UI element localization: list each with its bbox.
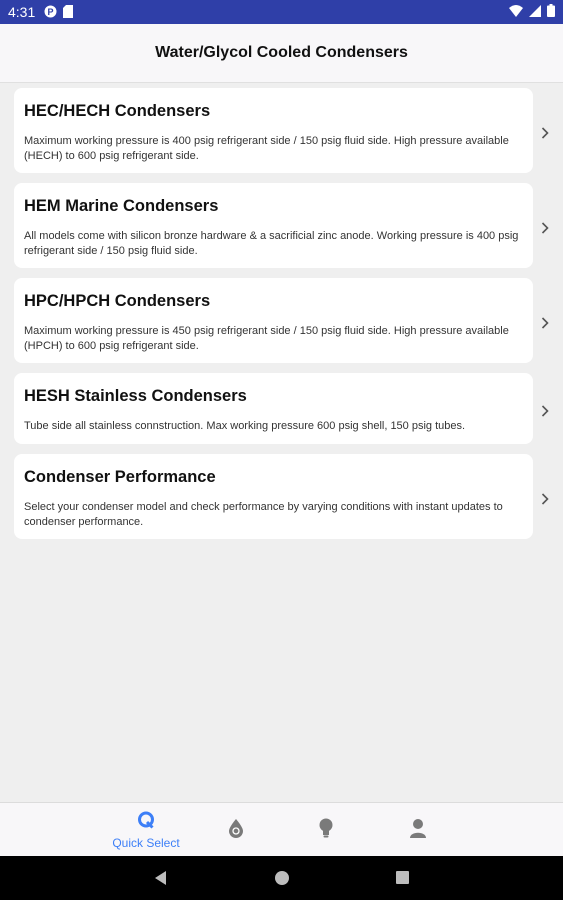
sd-card-icon — [63, 5, 73, 21]
card-hec-hech[interactable]: HEC/HECH Condensers Maximum working pres… — [14, 88, 533, 173]
card-description: Tube side all stainless connstruction. M… — [24, 420, 466, 432]
status-time: 4:31 — [8, 4, 36, 20]
tab-drop[interactable] — [216, 803, 256, 857]
tab-quick-select[interactable]: Quick Select — [106, 803, 186, 857]
battery-icon — [547, 4, 555, 20]
card-condenser-performance[interactable]: Condenser Performance Select your conden… — [14, 454, 533, 539]
back-button[interactable] — [152, 869, 168, 892]
recents-icon — [394, 869, 410, 892]
card-hem-marine[interactable]: HEM Marine Condensers All models come wi… — [14, 183, 533, 268]
drop-icon — [228, 818, 244, 843]
card-description: All models come with silicon bronze hard… — [24, 230, 519, 257]
lightbulb-icon — [318, 818, 334, 843]
person-icon — [409, 818, 427, 843]
bottom-tab-bar: Quick Select — [0, 802, 563, 857]
page-title: Water/Glycol Cooled Condensers — [155, 44, 408, 61]
app-notification-icon: P — [44, 5, 57, 21]
signal-icon — [529, 4, 541, 20]
status-right-icons — [509, 4, 555, 20]
card-title: HEC/HECH Condensers — [24, 102, 211, 120]
card-description: Maximum working pressure is 450 psig ref… — [24, 325, 509, 352]
tab-label: Quick Select — [112, 835, 180, 850]
svg-text:P: P — [47, 7, 53, 17]
back-icon — [152, 869, 168, 892]
chevron-right-icon[interactable] — [538, 221, 552, 235]
card-hesh-stainless[interactable]: HESH Stainless Condensers Tube side all … — [14, 373, 533, 444]
tab-lightbulb[interactable] — [306, 803, 346, 857]
system-navigation-bar — [0, 856, 563, 900]
recents-button[interactable] — [394, 869, 410, 892]
tab-profile[interactable] — [398, 803, 438, 857]
card-title: HESH Stainless Condensers — [24, 387, 247, 405]
status-bar: 4:31 P — [0, 0, 563, 24]
quick-select-icon — [137, 811, 155, 834]
card-description: Select your condenser model and check pe… — [24, 501, 503, 528]
wifi-icon — [509, 4, 523, 20]
chevron-right-icon[interactable] — [538, 126, 552, 140]
chevron-right-icon[interactable] — [538, 316, 552, 330]
chevron-right-icon[interactable] — [538, 492, 552, 506]
card-title: HPC/HPCH Condensers — [24, 292, 211, 310]
chevron-right-icon[interactable] — [538, 404, 552, 418]
home-icon — [274, 869, 290, 892]
home-button[interactable] — [274, 869, 290, 892]
card-hpc-hpch[interactable]: HPC/HPCH Condensers Maximum working pres… — [14, 278, 533, 363]
card-title: HEM Marine Condensers — [24, 197, 219, 215]
notification-icons: P — [44, 5, 73, 21]
app-header: Water/Glycol Cooled Condensers — [0, 24, 563, 83]
card-title: Condenser Performance — [24, 468, 216, 486]
card-description: Maximum working pressure is 400 psig ref… — [24, 135, 509, 162]
